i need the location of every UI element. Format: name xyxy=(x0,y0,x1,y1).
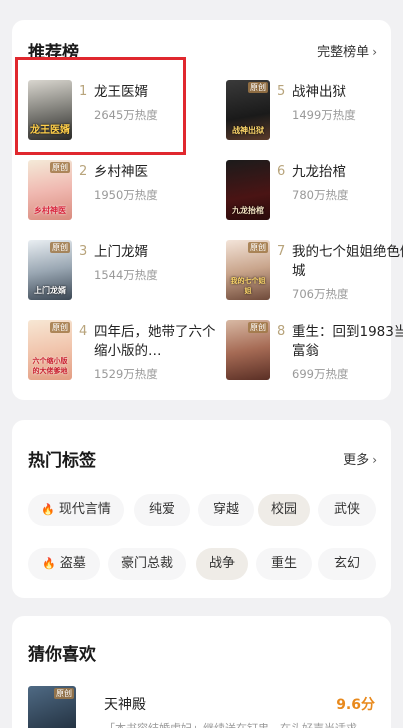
book-heat: 706万热度 xyxy=(292,287,349,301)
cover-tag: 原创 xyxy=(50,322,70,333)
tag-chip[interactable]: 纯爱 xyxy=(134,494,190,526)
rank-number: 3 xyxy=(79,244,88,259)
book-title: 九龙抬棺 xyxy=(292,164,346,180)
book-cover: 原创 我的七个姐姐 xyxy=(226,240,270,300)
book-cover[interactable]: 原创 xyxy=(28,686,76,728)
guess-book-title[interactable]: 天神殿 xyxy=(104,694,146,714)
cover-tag: 原创 xyxy=(50,242,70,253)
tag-label: 现代言情 xyxy=(58,502,111,517)
cover-tag: 原创 xyxy=(248,322,268,333)
book-description: 「本书容结婚虐妃」继续送在钉串，在头好声当适求 xyxy=(104,720,375,728)
cover-tag: 原创 xyxy=(50,162,70,173)
book-cover: 原创 xyxy=(226,320,270,380)
rank-book-7[interactable]: 原创 我的七个姐姐 7 我的七个姐姐绝色倾城 706万热度 xyxy=(226,240,403,301)
book-heat: 1529万热度 xyxy=(94,367,158,381)
cover-title: 九龙抬棺 xyxy=(232,206,264,215)
rank-number: 2 xyxy=(79,164,88,179)
book-heat: 1950万热度 xyxy=(94,188,158,202)
rank-number: 5 xyxy=(277,84,286,99)
rank-book-4[interactable]: 原创 六个缩小版的大佬爹地 4 四年后，她带了六个缩小版的… 1529万热度 xyxy=(28,320,216,381)
tag-label: 重生 xyxy=(270,556,297,571)
tag-label: 穿越 xyxy=(212,502,239,517)
book-heat: 1544万热度 xyxy=(94,268,158,282)
cover-tag: 原创 xyxy=(248,242,268,253)
rank-book-2[interactable]: 原创 乡村神医 2 乡村神医 1950万热度 xyxy=(28,160,208,220)
guess-title: 猜你喜欢 xyxy=(28,645,96,665)
tag-chip[interactable]: 🔥 现代言情 xyxy=(28,494,124,526)
tag-chip[interactable]: 豪门总裁 xyxy=(108,548,186,580)
book-cover: 九龙抬棺 xyxy=(226,160,270,220)
book-title: 上门龙婿 xyxy=(94,244,148,260)
guess-header: 猜你喜欢 xyxy=(28,640,377,665)
more-tags-label: 更多 xyxy=(343,453,370,468)
book-heat: 780万热度 xyxy=(292,188,349,202)
rank-book-6[interactable]: 九龙抬棺 6 九龙抬棺 780万热度 xyxy=(226,160,403,220)
book-score: 9.6分 xyxy=(336,697,375,713)
book-title: 乡村神医 xyxy=(94,164,148,180)
tag-label: 校园 xyxy=(270,502,297,517)
tag-chip[interactable]: 校园 xyxy=(258,494,310,526)
rank-number: 8 xyxy=(277,324,286,339)
chevron-right-icon: › xyxy=(372,453,377,467)
rank-number: 4 xyxy=(79,324,88,339)
tag-chip[interactable]: 战争 xyxy=(196,548,248,580)
book-cover: 原创 六个缩小版的大佬爹地 xyxy=(28,320,72,380)
book-cover: 原创 上门龙婿 xyxy=(28,240,72,300)
rank-number: 6 xyxy=(277,164,286,179)
rank-book-5[interactable]: 原创 战神出狱 5 战神出狱 1499万热度 xyxy=(226,80,403,140)
rank-book-3[interactable]: 原创 上门龙婿 3 上门龙婿 1544万热度 xyxy=(28,240,208,300)
book-title: 我的七个姐姐绝色倾城 xyxy=(292,244,403,279)
cover-title: 战神出狱 xyxy=(232,126,264,135)
cover-title: 上门龙婿 xyxy=(34,286,66,295)
chevron-right-icon: › xyxy=(372,45,377,59)
cover-title: 我的七个姐姐 xyxy=(230,277,266,295)
book-cover: 原创 战神出狱 xyxy=(226,80,270,140)
tag-label: 豪门总裁 xyxy=(120,556,173,571)
book-cover: 原创 乡村神医 xyxy=(28,160,72,220)
tag-label: 战争 xyxy=(208,556,235,571)
tag-label: 盗墓 xyxy=(59,556,86,571)
tag-chip[interactable]: 重生 xyxy=(256,548,312,580)
book-title: 重生：回到1983当富翁 xyxy=(292,324,403,359)
tag-label: 纯爱 xyxy=(148,502,175,517)
cover-title: 乡村神医 xyxy=(34,206,66,215)
highlight-box xyxy=(15,57,186,155)
tag-label: 武侠 xyxy=(333,502,360,517)
book-heat: 1499万热度 xyxy=(292,108,356,122)
full-ranking-link[interactable]: 完整榜单 › xyxy=(317,41,377,60)
tag-chip[interactable]: 穿越 xyxy=(198,494,254,526)
fire-icon: 🔥 xyxy=(41,503,55,516)
tag-label: 玄幻 xyxy=(333,556,360,571)
book-title: 战神出狱 xyxy=(292,84,346,100)
tag-chip[interactable]: 玄幻 xyxy=(318,548,376,580)
more-tags-link[interactable]: 更多 › xyxy=(343,449,377,468)
tag-chip[interactable]: 武侠 xyxy=(318,494,376,526)
tags-title: 热门标签 xyxy=(28,451,96,471)
cover-tag: 原创 xyxy=(248,82,268,93)
book-heat: 699万热度 xyxy=(292,367,349,381)
tags-header: 热门标签 更多 › xyxy=(28,446,377,471)
tag-chip[interactable]: 🔥 盗墓 xyxy=(28,548,100,580)
guess-you-like-card: 猜你喜欢 原创 天神殿 9.6分 「本书容结婚虐妃」继续送在钉串，在头好声当适求 xyxy=(12,616,391,728)
hot-tags-card: 热门标签 更多 › 🔥 现代言情 纯爱 穿越 校园 武侠 🔥 盗墓 豪门总裁 战争 重… xyxy=(12,420,391,598)
book-title: 四年后，她带了六个缩小版的… xyxy=(94,324,216,359)
full-ranking-label: 完整榜单 xyxy=(317,45,370,60)
cover-title: 六个缩小版的大佬爹地 xyxy=(32,357,68,375)
fire-icon: 🔥 xyxy=(42,557,56,570)
rank-book-8[interactable]: 原创 8 重生：回到1983当富翁 699万热度 xyxy=(226,320,403,381)
cover-tag: 原创 xyxy=(54,688,74,699)
rank-number: 7 xyxy=(277,244,286,259)
